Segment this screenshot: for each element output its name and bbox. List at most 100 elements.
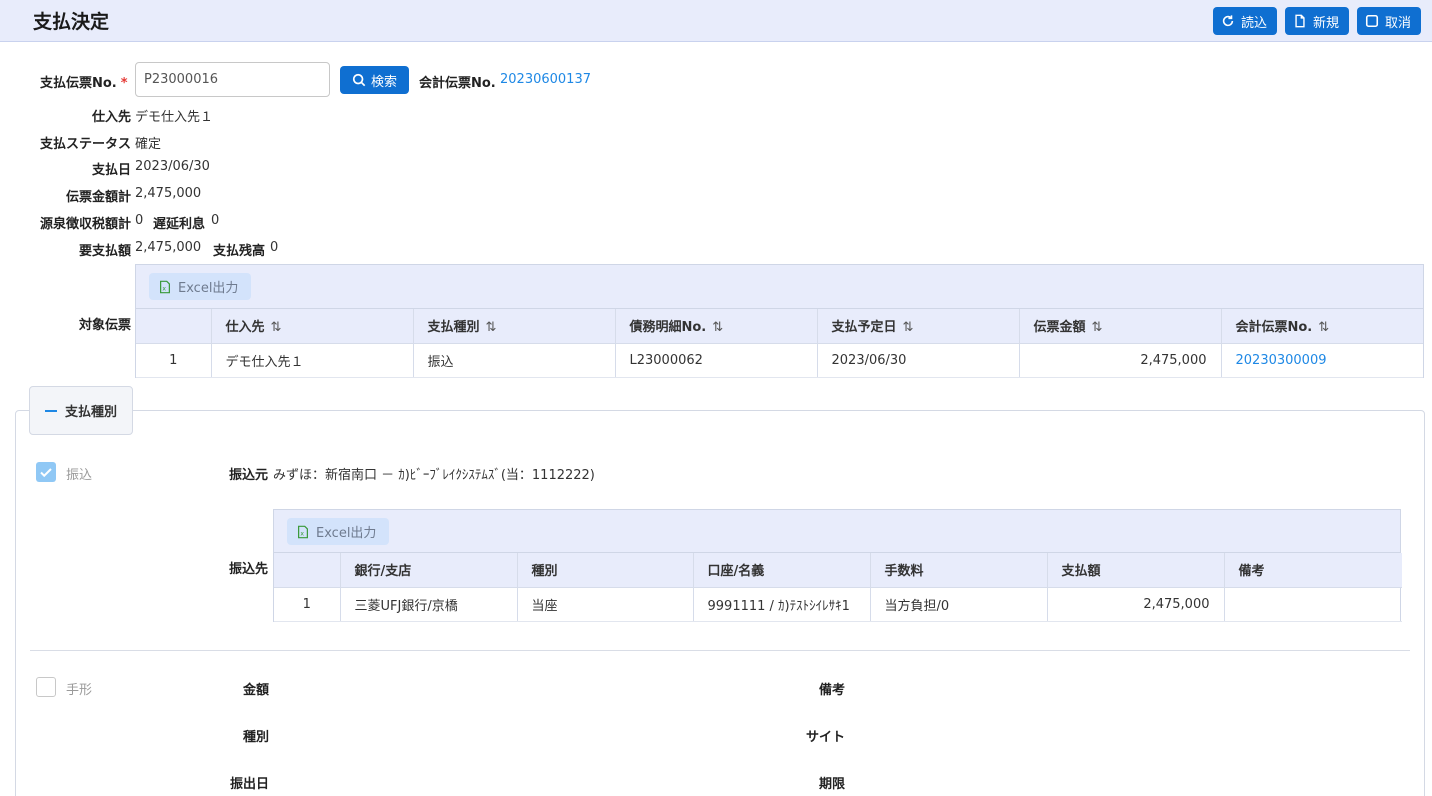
sort-icon[interactable]: ⇅ [712,320,723,335]
supplier-label: 仕入先 [91,110,131,125]
column-header-index [136,309,212,344]
cell-amount: 2,475,000 [1019,343,1222,378]
transfer-from-label: 振込元 [229,468,269,483]
payment-date-value: 2023/06/30 [135,159,210,174]
section-divider [30,650,1410,651]
sort-icon[interactable]: ⇅ [903,320,914,335]
table-header-row: 仕入先 ⇅ 支払種別 ⇅ 債務明細No. ⇅ 支払予定日 ⇅ 伝票金額 ⇅ 会計伝票No.… [136,309,1423,344]
excel-file-icon: x [298,525,308,538]
column-header-payment-amount: 支払額 [1047,553,1225,588]
target-slips-table: x Excel出力 仕入先 ⇅ 支払種別 ⇅ 債務明細No. ⇅ 支払予定日 ⇅ 伝票金… [135,264,1424,378]
cell-liability-no: L23000062 [615,343,818,378]
svg-text:x: x [162,285,166,292]
new-button-label: 新規 [1313,15,1340,31]
payment-type-tab-label: 支払種別 [64,405,117,420]
cancel-button[interactable]: 取消 [1357,7,1422,35]
table-row: 1 三菱UFJ銀行/京橋 当座 9991111 / ｶ)ﾃｽﾄｼｲﾚｻｷ1 当方… [274,587,1402,622]
total-label: 伝票金額計 [65,190,131,205]
new-button[interactable]: 新規 [1285,7,1350,35]
bill-issue-date-label: 振出日 [229,777,269,792]
column-header-bank-branch: 銀行/支店 [340,553,518,588]
column-header-accounting-no[interactable]: 会計伝票No. ⇅ [1221,309,1423,344]
search-icon [352,73,366,87]
cell-supplier: デモ仕入先１ [211,343,414,378]
late-interest-value: 0 [211,213,220,228]
cell-account-type: 当座 [517,587,694,622]
check-icon [40,468,52,478]
sort-icon[interactable]: ⇅ [271,320,282,335]
withholding-value: 0 [135,213,144,228]
withholding-label: 源泉徴収税額計 [39,217,131,232]
required-amount-label: 要支払額 [78,244,131,259]
transfer-to-label: 振込先 [229,562,269,577]
reload-button-label: 読込 [1241,15,1268,31]
sort-icon[interactable]: ⇅ [1318,320,1329,335]
excel-export-label: Excel出力 [316,526,377,541]
late-interest-label: 遅延利息 [153,217,206,232]
square-icon [1365,14,1379,28]
bill-remarks-label: 備考 [818,683,845,698]
search-button[interactable]: 検索 [340,66,409,94]
transfer-from-value: みずほ：新宿南口 － ｶ)ﾋﾞｰﾌﾞﾚｲｸｼｽﾃﾑｽﾞ(当：1112222) [273,468,595,483]
supplier-value: デモ仕入先１ [135,110,214,125]
cell-remarks [1224,587,1402,622]
cell-index: 1 [136,343,212,378]
bill-checkbox-label: 手形 [66,683,93,698]
bill-amount-label: 金額 [242,683,269,698]
accounting-no-link[interactable]: 20230600137 [500,72,591,87]
excel-export-label: Excel出力 [178,281,239,296]
cell-due-date: 2023/06/30 [817,343,1020,378]
cell-accounting-no-link[interactable]: 20230300009 [1221,343,1423,378]
refresh-icon [1222,15,1234,27]
required-mark: * [120,76,128,91]
balance-label: 支払残高 [213,244,266,259]
target-table-toolbar: x Excel出力 [136,265,1423,309]
cell-fee: 当方負担/0 [870,587,1048,622]
target-slips-label: 対象伝票 [78,318,131,333]
excel-export-button[interactable]: x Excel出力 [287,518,390,545]
column-header-amount[interactable]: 伝票金額 ⇅ [1019,309,1222,344]
total-value: 2,475,000 [135,186,202,201]
required-amount-value: 2,475,000 [135,240,202,255]
transfer-checkbox-label: 振込 [66,468,93,483]
table-header-row: 銀行/支店 種別 口座/名義 手数料 支払額 備考 [274,553,1402,588]
cancel-button-label: 取消 [1385,15,1412,31]
column-header-payment-type[interactable]: 支払種別 ⇅ [413,309,616,344]
transfer-checkbox[interactable] [36,462,56,482]
search-button-label: 検索 [370,74,397,90]
cell-index: 1 [274,587,341,622]
payment-date-label: 支払日 [91,163,131,178]
sort-icon[interactable]: ⇅ [486,320,497,335]
excel-file-icon: x [160,280,170,293]
payment-no-input[interactable] [135,62,330,97]
bill-due-label: 期限 [818,777,845,792]
transfer-table-grid: 銀行/支店 種別 口座/名義 手数料 支払額 備考 1 三菱UFJ銀行/京橋 当… [274,553,1402,622]
column-header-due-date[interactable]: 支払予定日 ⇅ [817,309,1020,344]
document-icon [1295,14,1305,28]
column-header-liability-no[interactable]: 債務明細No. ⇅ [615,309,818,344]
reload-button[interactable]: 読込 [1213,7,1278,35]
minus-icon [44,409,57,412]
column-header-supplier[interactable]: 仕入先 ⇅ [211,309,414,344]
column-header-account-type: 種別 [517,553,694,588]
column-header-fee: 手数料 [870,553,1048,588]
bill-site-label: サイト [805,730,845,745]
payment-no-label: 支払伝票No. * [40,76,128,91]
transfer-table-toolbar: x Excel出力 [274,510,1400,553]
payment-type-collapse-toggle[interactable]: 支払種別 [29,386,133,435]
cell-bank-branch: 三菱UFJ銀行/京橋 [340,587,518,622]
excel-export-button[interactable]: x Excel出力 [149,273,252,300]
bill-checkbox[interactable] [36,677,56,697]
column-header-account-holder: 口座/名義 [693,553,871,588]
cell-payment-amount: 2,475,000 [1047,587,1225,622]
status-label: 支払ステータス [39,137,131,152]
accounting-no-label: 会計伝票No. [419,76,496,91]
cell-payment-type: 振込 [413,343,616,378]
svg-text:x: x [300,530,304,537]
bill-type-label: 種別 [242,730,269,745]
page-title: 支払決定 [33,11,110,33]
sort-icon[interactable]: ⇅ [1092,320,1103,335]
balance-value: 0 [270,240,279,255]
transfer-destination-table: x Excel出力 銀行/支店 種別 口座/名義 手数料 支払額 備考 1 三菱… [273,509,1402,622]
column-header-index [274,553,341,588]
